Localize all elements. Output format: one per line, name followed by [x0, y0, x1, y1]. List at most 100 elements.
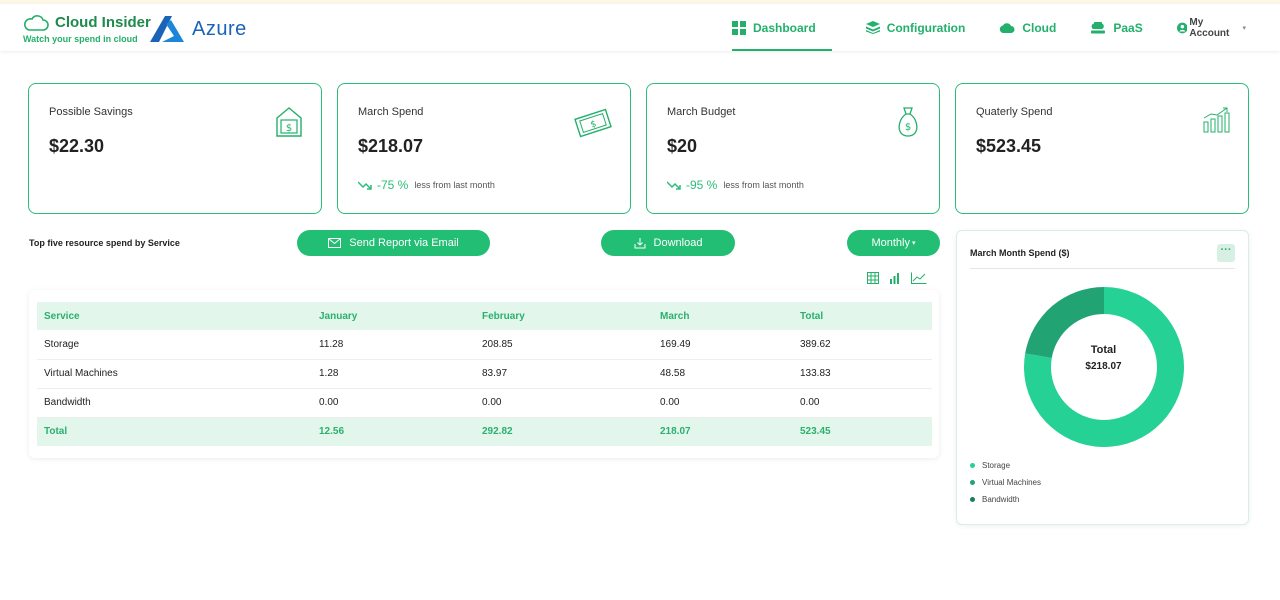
brand-tagline: Watch your spend in cloud [23, 34, 138, 44]
trend-percent: -75 % [377, 178, 409, 192]
spend-table-card: Service January February March Total Sto… [29, 290, 939, 458]
card-value: $22.30 [49, 136, 105, 156]
divider [970, 268, 1235, 269]
svg-text:$: $ [589, 119, 598, 130]
nav-cloud-label: Cloud [1022, 20, 1057, 35]
nav-configuration[interactable]: Configuration [865, 4, 966, 51]
card-label: March Budget [667, 106, 736, 118]
chevron-down-icon: ▾ [912, 240, 916, 247]
donut-center-label: Total [1090, 344, 1117, 356]
column-header[interactable]: February [482, 302, 660, 330]
user-circle-icon [1176, 22, 1188, 33]
my-account-label: My Account [1189, 16, 1230, 39]
envelope-icon [328, 238, 342, 248]
brand-name: Cloud Insider [55, 14, 151, 31]
section-title: Top five resource spend by Service [29, 238, 180, 248]
legend-label: Storage [982, 461, 1011, 470]
card-label: March Spend [358, 106, 424, 118]
card-value: $20 [667, 136, 698, 156]
table-cell: 523.45 [800, 417, 932, 446]
send-report-button[interactable]: Send Report via Email [297, 230, 490, 256]
bar-chart-view-icon[interactable] [889, 272, 901, 284]
cloud-logo-icon [24, 14, 49, 31]
trend-note: less from last month [723, 180, 804, 190]
grid-icon [732, 20, 746, 35]
trend-down-icon [667, 180, 681, 190]
table-cell: 208.85 [482, 330, 660, 360]
trend-note: less from last month [414, 180, 495, 190]
card-label: Quaterly Spend [976, 106, 1053, 118]
table-cell: 218.07 [660, 417, 800, 446]
table-cell: Storage [37, 330, 319, 360]
march-spend-donut-card: March Month Spend ($) ··· Total $218.07 … [956, 230, 1249, 525]
table-cell: 0.00 [800, 388, 932, 418]
table-cell: 133.83 [800, 359, 932, 389]
svg-text:$: $ [286, 123, 292, 134]
donut-center-value: $218.07 [1085, 361, 1122, 372]
table-cell: 0.00 [660, 388, 800, 418]
money-bag-icon: $ [898, 107, 918, 137]
table-cell: 389.62 [800, 330, 932, 360]
nav-paas[interactable]: PaaS [1090, 4, 1143, 51]
layers-icon [865, 21, 880, 34]
more-options-button[interactable]: ··· [1217, 244, 1235, 262]
column-header[interactable]: Service [37, 302, 319, 330]
card-march-budget: March Budget $20 $ -95 % less from last … [646, 83, 940, 214]
azure-wordmark: Azure [192, 17, 247, 40]
legend-item[interactable]: Storage [970, 457, 1041, 474]
column-header[interactable]: Total [800, 302, 932, 330]
donut-legend: Storage Virtual Machines Bandwidth [970, 457, 1041, 508]
azure-logo: Azure [148, 14, 247, 44]
trend-percent: -95 % [686, 178, 718, 192]
table-total-row: Total 12.56 292.82 218.07 523.45 [37, 417, 932, 446]
paas-icon [1091, 21, 1106, 33]
table-view-icon[interactable] [867, 272, 879, 284]
nav-dashboard[interactable]: Dashboard [732, 4, 832, 51]
money-bill-icon: $ [574, 108, 612, 138]
nav-configuration-label: Configuration [886, 20, 966, 35]
legend-item[interactable]: Bandwidth [970, 491, 1041, 508]
trend-down-icon [358, 180, 372, 190]
donut-chart [1024, 287, 1184, 447]
table-cell: 0.00 [482, 388, 660, 418]
legend-dot [970, 480, 975, 485]
legend-item[interactable]: Virtual Machines [970, 474, 1041, 491]
column-header[interactable]: January [319, 302, 482, 330]
period-dropdown[interactable]: Monthly ▾ [847, 230, 940, 256]
legend-dot [970, 463, 975, 468]
line-chart-view-icon[interactable] [911, 272, 927, 284]
savings-house-icon: $ [276, 107, 302, 137]
legend-label: Bandwidth [982, 495, 1020, 504]
download-button[interactable]: Download [601, 230, 735, 256]
growth-chart-icon [1203, 107, 1230, 133]
view-toggle-group [867, 272, 927, 284]
my-account-dropdown[interactable]: My Account ▾ [1176, 4, 1246, 51]
nav-paas-label: PaaS [1113, 20, 1143, 35]
top-navbar: Cloud Insider Watch your spend in cloud … [0, 4, 1280, 51]
cloud-icon [1000, 23, 1015, 33]
legend-dot [970, 497, 975, 502]
azure-a-icon [150, 16, 184, 42]
nav-cloud[interactable]: Cloud [999, 4, 1056, 51]
table-cell: 83.97 [482, 359, 660, 389]
donut-title: March Month Spend ($) [970, 248, 1070, 258]
table-row: Storage 11.28 208.85 169.49 389.62 [37, 330, 932, 360]
column-header[interactable]: March [660, 302, 800, 330]
card-possible-savings: Possible Savings $22.30 $ [28, 83, 322, 214]
download-label: Download [653, 237, 703, 249]
table-cell: 169.49 [660, 330, 800, 360]
svg-text:$: $ [905, 122, 911, 133]
table-cell: 12.56 [319, 417, 482, 446]
table-cell: 292.82 [482, 417, 660, 446]
chevron-down-icon: ▾ [1242, 24, 1246, 32]
legend-label: Virtual Machines [982, 478, 1041, 487]
spend-table: Service January February March Total Sto… [37, 302, 932, 446]
brand-logo[interactable]: Cloud Insider Watch your spend in cloud [23, 14, 151, 44]
download-icon [634, 238, 646, 249]
nav-dashboard-label: Dashboard [753, 20, 816, 35]
table-row: Virtual Machines 1.28 83.97 48.58 133.83 [37, 359, 932, 389]
card-value: $218.07 [358, 136, 424, 156]
table-header-row: Service January February March Total [37, 302, 932, 330]
period-label: Monthly [871, 237, 910, 249]
card-quarterly-spend: Quaterly Spend $523.45 [955, 83, 1249, 214]
